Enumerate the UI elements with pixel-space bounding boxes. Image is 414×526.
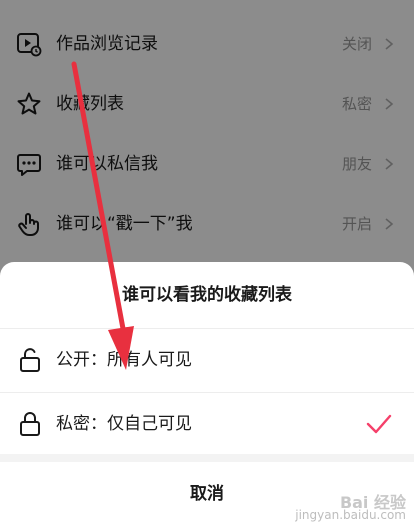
option-label: 私密：仅自己可见 — [56, 414, 192, 434]
lock-icon — [20, 412, 40, 436]
watermark: Bai 经验 jingyan.baidu.com — [295, 495, 406, 522]
checkmark-icon — [366, 414, 392, 434]
option-private[interactable]: 私密：仅自己可见 — [0, 393, 414, 455]
favorites-visibility-sheet: 谁可以看我的收藏列表 公开：所有人可见 私密：仅自己可见 取消 — [0, 262, 414, 526]
watermark-sub: jingyan.baidu.com — [295, 508, 406, 522]
section-gap — [0, 454, 414, 462]
option-label: 公开：所有人可见 — [56, 350, 192, 370]
sheet-title: 谁可以看我的收藏列表 — [122, 285, 292, 305]
unlock-icon — [20, 348, 40, 372]
option-public[interactable]: 公开：所有人可见 — [0, 329, 414, 391]
